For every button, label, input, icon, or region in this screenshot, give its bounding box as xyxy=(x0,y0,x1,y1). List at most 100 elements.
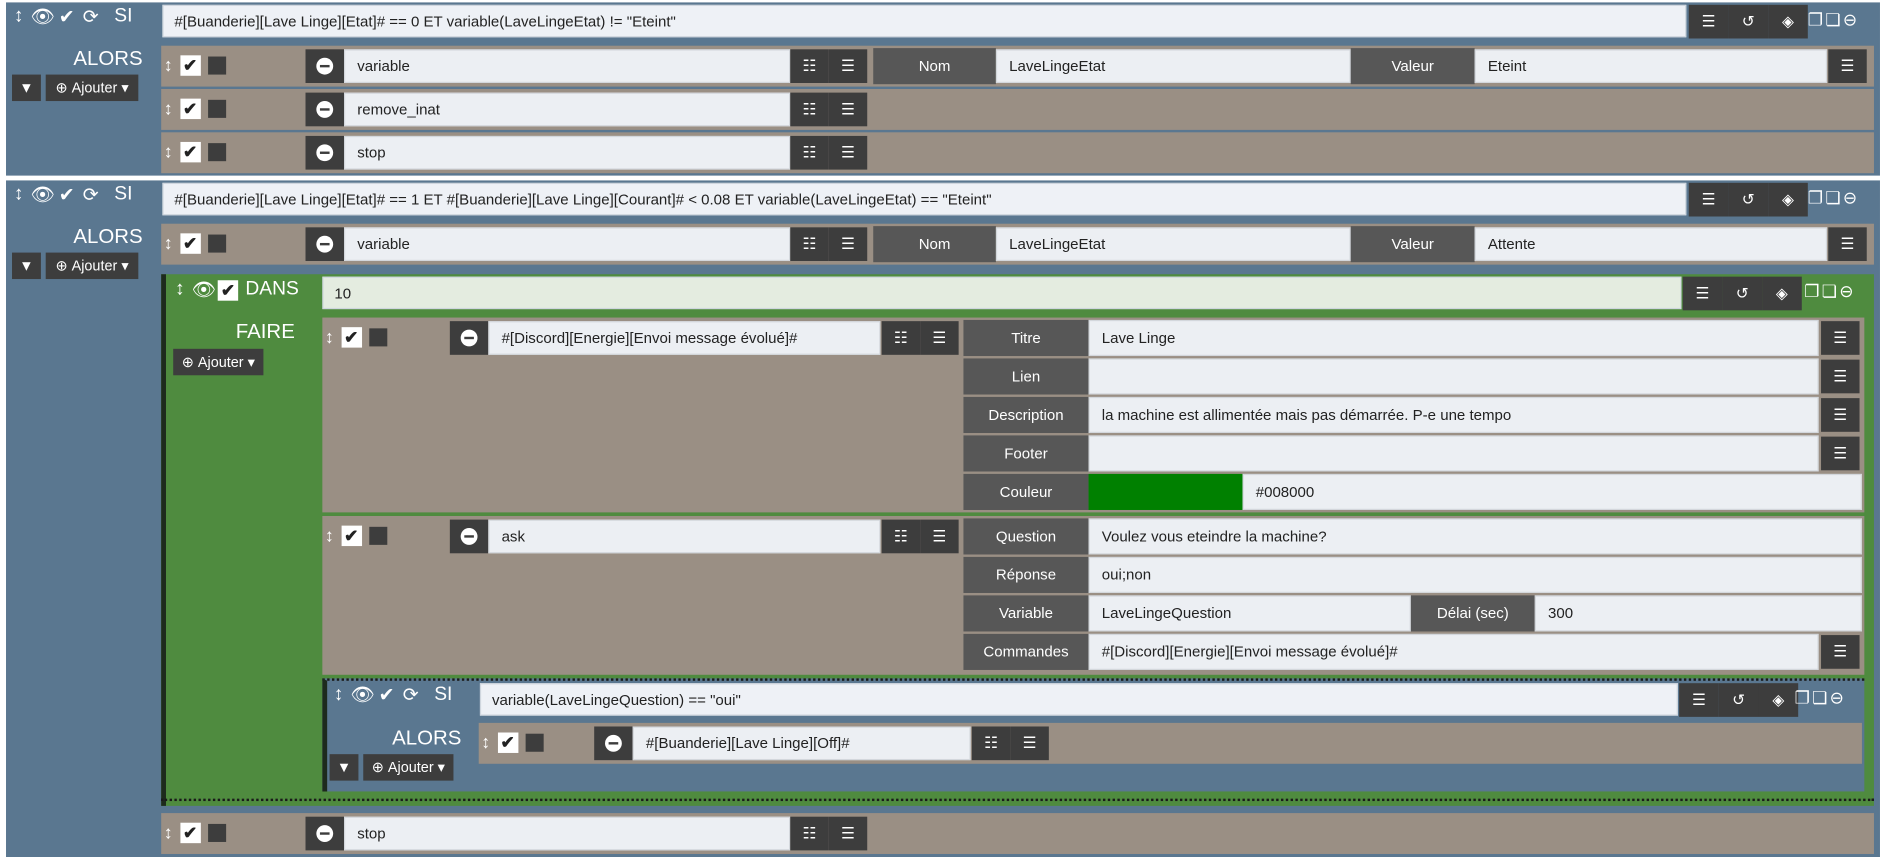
list-icon[interactable]: ☰ xyxy=(920,519,959,554)
copy-icon[interactable]: ❐ xyxy=(1804,281,1819,301)
option-checkbox[interactable] xyxy=(207,99,226,118)
enable-checkbox[interactable]: ✔ xyxy=(340,327,362,348)
list-icon[interactable]: ☰ xyxy=(1010,726,1049,761)
remove-action-button[interactable] xyxy=(305,135,345,170)
move-handle-icon[interactable]: ↕ xyxy=(164,823,173,843)
cube-icon[interactable]: ◈ xyxy=(1762,276,1802,311)
condition-input[interactable]: #[Buanderie][Lave Linge][Etat]# == 1 ET … xyxy=(162,182,1687,216)
cube-icon[interactable]: ◈ xyxy=(1768,4,1808,39)
move-handle-icon[interactable]: ↕ xyxy=(8,6,28,27)
list-icon[interactable]: ☰ xyxy=(1821,436,1860,471)
remove-icon[interactable]: ⊖ xyxy=(1843,188,1857,208)
enable-checkbox[interactable]: ✔ xyxy=(179,822,201,844)
remove-action-button[interactable] xyxy=(594,726,633,761)
list-check-icon[interactable]: ☷ xyxy=(881,519,921,554)
paste-icon[interactable]: ❏ xyxy=(1825,188,1840,208)
copy-icon[interactable]: ❐ xyxy=(1795,688,1810,708)
ajouter-button[interactable]: ⊕ Ajouter ▾ xyxy=(173,348,264,376)
history-icon[interactable]: ↺ xyxy=(1722,276,1763,311)
list-check-icon[interactable]: ☷ xyxy=(790,227,829,262)
footer-input[interactable] xyxy=(1088,435,1819,472)
remove-action-button[interactable] xyxy=(305,816,345,851)
collapse-dropdown[interactable]: ▼ xyxy=(12,252,41,280)
collapse-dropdown[interactable]: ▼ xyxy=(329,754,359,781)
remove-icon[interactable]: ⊖ xyxy=(1839,281,1853,301)
list-icon[interactable]: ☰ xyxy=(1821,398,1860,432)
paste-icon[interactable]: ❏ xyxy=(1812,688,1827,708)
condition-input[interactable]: #[Buanderie][Lave Linge][Etat]# == 0 ET … xyxy=(162,4,1687,38)
move-handle-icon[interactable]: ↕ xyxy=(164,142,173,162)
history-icon[interactable]: ↺ xyxy=(1728,4,1769,39)
list-check-icon[interactable]: ☷ xyxy=(790,92,829,127)
option-checkbox[interactable] xyxy=(207,234,226,253)
move-handle-icon[interactable]: ↕ xyxy=(328,684,348,705)
cube-icon[interactable]: ◈ xyxy=(1768,182,1808,217)
couleur-swatch[interactable] xyxy=(1088,473,1243,510)
paste-icon[interactable]: ❏ xyxy=(1825,10,1840,30)
eye-icon[interactable]: 👁 xyxy=(30,7,54,27)
option-checkbox[interactable] xyxy=(525,733,544,752)
delai-input[interactable]: 300 xyxy=(1534,595,1862,632)
condition-input[interactable]: variable(LaveLingeQuestion) == "oui" xyxy=(479,683,1678,716)
refresh-icon[interactable]: ⟳ xyxy=(81,7,101,27)
option-checkbox[interactable] xyxy=(207,143,226,162)
list-icon[interactable]: ☰ xyxy=(1682,276,1723,311)
question-input[interactable]: Voulez vous eteindre la machine? xyxy=(1088,518,1862,555)
remove-icon[interactable]: ⊖ xyxy=(1830,688,1844,708)
description-input[interactable]: la machine est allimentée mais pas démar… xyxy=(1088,396,1819,434)
list-icon[interactable]: ☰ xyxy=(828,49,868,83)
collapse-dropdown[interactable]: ▼ xyxy=(12,74,41,102)
list-check-icon[interactable]: ☷ xyxy=(881,321,921,355)
remove-action-button[interactable] xyxy=(305,49,345,83)
list-icon[interactable]: ☰ xyxy=(1688,182,1729,217)
action-input[interactable]: stop xyxy=(344,816,791,851)
action-input[interactable]: remove_inat xyxy=(344,92,791,127)
check-icon[interactable]: ✔ xyxy=(57,185,77,205)
move-handle-icon[interactable]: ↕ xyxy=(325,327,334,347)
move-handle-icon[interactable]: ↕ xyxy=(481,733,490,753)
nom-input[interactable]: LaveLingeEtat xyxy=(995,49,1351,83)
enable-checkbox[interactable]: ✔ xyxy=(179,55,201,76)
action-input[interactable]: ask xyxy=(488,519,881,554)
refresh-icon[interactable]: ⟳ xyxy=(401,685,421,706)
enable-checkbox[interactable]: ✔ xyxy=(179,141,201,163)
check-icon[interactable]: ✔ xyxy=(376,685,396,706)
list-icon[interactable]: ☰ xyxy=(920,321,959,355)
eye-icon[interactable]: 👁 xyxy=(192,280,216,300)
list-icon[interactable]: ☰ xyxy=(1821,359,1860,394)
option-checkbox[interactable] xyxy=(368,526,387,545)
enable-checkbox[interactable]: ✔ xyxy=(497,732,518,753)
list-check-icon[interactable]: ☷ xyxy=(790,49,829,83)
dans-value-input[interactable]: 10 xyxy=(322,276,1682,310)
commandes-input[interactable]: #[Discord][Energie][Envoi message évolué… xyxy=(1088,633,1819,670)
enable-checkbox[interactable]: ✔ xyxy=(179,233,201,254)
list-icon[interactable]: ☰ xyxy=(828,227,868,262)
remove-action-button[interactable] xyxy=(449,321,489,355)
enable-checkbox[interactable]: ✔ xyxy=(179,98,201,120)
list-icon[interactable]: ☰ xyxy=(1679,683,1719,717)
remove-icon[interactable]: ⊖ xyxy=(1843,10,1857,30)
check-icon[interactable]: ✔ xyxy=(57,7,77,27)
remove-action-button[interactable] xyxy=(305,227,345,262)
move-handle-icon[interactable]: ↕ xyxy=(164,99,173,119)
list-icon[interactable]: ☰ xyxy=(1688,4,1729,39)
list-icon[interactable]: ☰ xyxy=(1821,321,1860,355)
eye-icon[interactable]: 👁 xyxy=(350,685,374,706)
titre-input[interactable]: Lave Linge xyxy=(1088,319,1819,357)
list-icon[interactable]: ☰ xyxy=(828,92,868,127)
history-icon[interactable]: ↺ xyxy=(1718,683,1759,717)
remove-action-button[interactable] xyxy=(449,519,489,554)
list-icon[interactable]: ☰ xyxy=(828,816,868,851)
action-input[interactable]: #[Buanderie][Lave Linge][Off]# xyxy=(632,726,971,761)
copy-icon[interactable]: ❐ xyxy=(1808,188,1823,208)
list-check-icon[interactable]: ☷ xyxy=(971,726,1011,761)
valeur-input[interactable]: Eteint xyxy=(1474,49,1828,83)
variable-input[interactable]: LaveLingeQuestion xyxy=(1088,595,1411,632)
ajouter-button[interactable]: ⊕ Ajouter ▾ xyxy=(45,252,139,280)
enable-checkbox[interactable]: ✔ xyxy=(217,279,239,301)
move-handle-icon[interactable]: ↕ xyxy=(325,526,334,546)
nom-input[interactable]: LaveLingeEtat xyxy=(995,227,1351,262)
enable-checkbox[interactable]: ✔ xyxy=(340,525,362,547)
ajouter-button[interactable]: ⊕ Ajouter ▾ xyxy=(45,74,139,102)
action-input[interactable]: variable xyxy=(344,227,791,262)
